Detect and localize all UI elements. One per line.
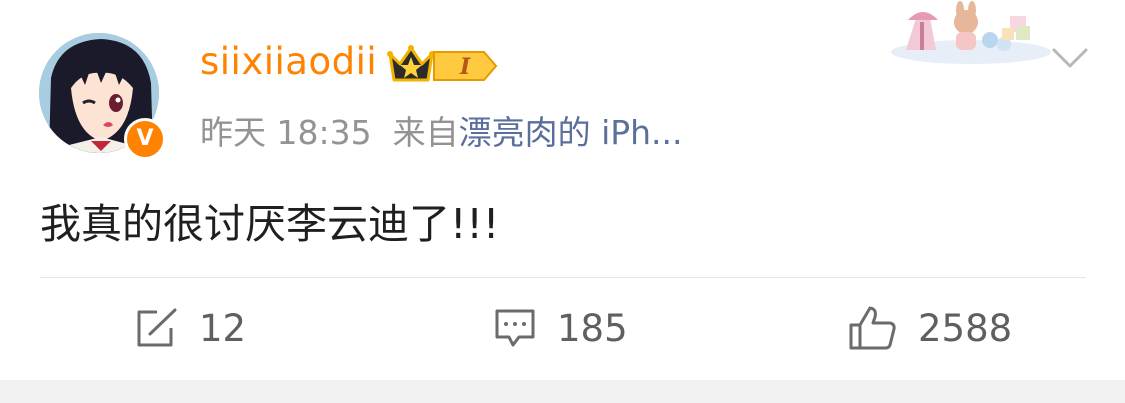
post-time: 昨天 18:35 [200,113,372,152]
comment-count: 185 [557,306,628,350]
decoration-sticker [891,1,1051,64]
post-meta: 昨天 18:35 来自漂亮肉的 iPh... [200,106,683,154]
username[interactable]: siixiiaodii [200,40,377,83]
crown-icon [387,45,435,82]
repost-button[interactable]: 12 [135,300,246,356]
verified-icon: V [124,118,166,160]
like-count: 2588 [918,306,1013,350]
svg-text:I: I [459,54,471,80]
comment-button[interactable]: 185 [493,300,628,356]
level-badge: I [432,49,500,83]
divider [40,277,1086,278]
chevron-down-icon[interactable] [1050,44,1090,72]
weibo-post-card: V siixiiaodii I 昨天 18:35 来自漂亮肉的 iPh... 我… [0,0,1125,380]
comment-icon [495,309,535,347]
repost-count: 12 [199,306,247,350]
repost-icon [137,308,177,347]
section-separator [0,380,1125,403]
source-prefix: 来自 [392,113,459,152]
like-button[interactable]: 2588 [848,300,1012,356]
thumbs-up-icon [849,306,896,350]
post-text: 我真的很讨厌李云迪了!!! [40,200,500,248]
source-link[interactable]: 漂亮肉的 iPh... [459,113,683,152]
